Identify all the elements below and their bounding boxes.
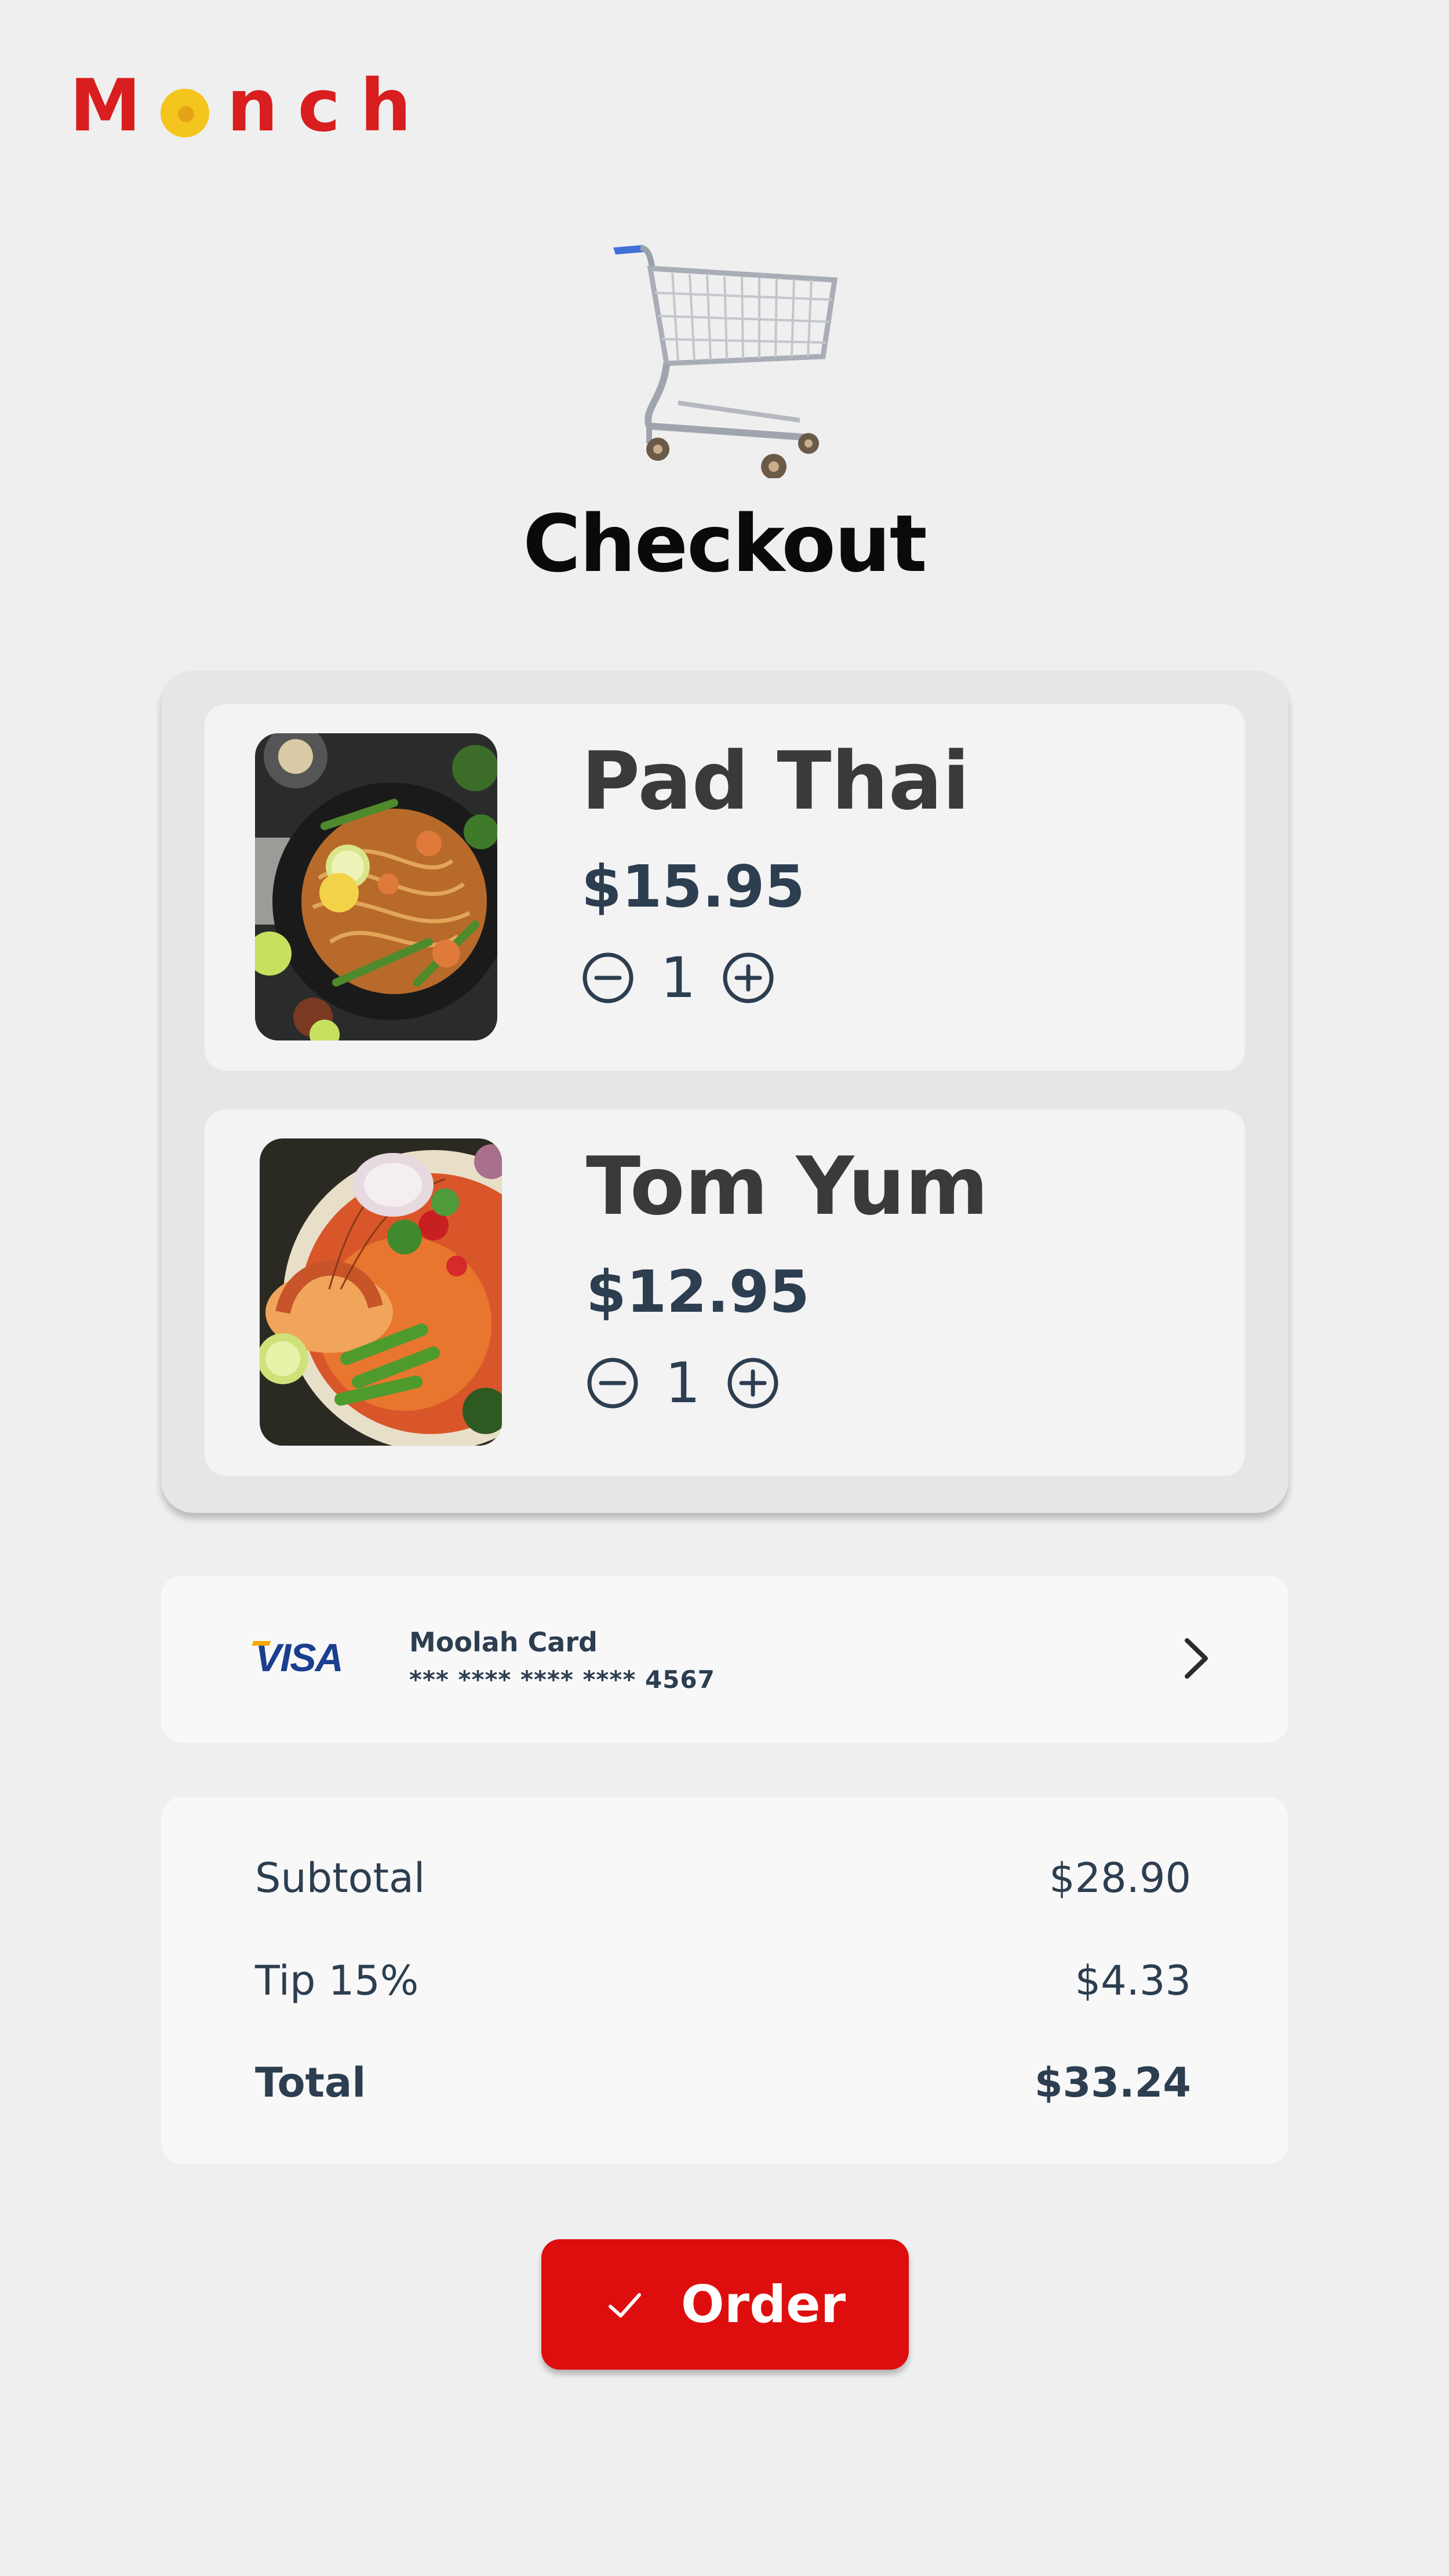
increase-quantity-button[interactable]: [722, 951, 775, 1005]
card-number: *** **** **** **** 4567: [409, 1665, 715, 1694]
cart-item: Tom Yum $12.95 1: [205, 1109, 1245, 1476]
logo-o-mark: [161, 89, 210, 137]
quantity-stepper: 1: [586, 1355, 988, 1411]
subtotal-label: Subtotal: [255, 1854, 425, 1902]
tip-value: $4.33: [1075, 1957, 1191, 2004]
subtotal-value: $28.90: [1049, 1854, 1191, 1902]
tip-label: Tip 15%: [255, 1957, 419, 2004]
minus-circle-icon: [587, 1358, 638, 1409]
checkout-screen: Mnch Checkout Pad Thai $15.95 1 Tom Yum …: [0, 0, 1449, 2576]
total-value: $33.24: [1034, 2059, 1191, 2106]
shopping-cart-icon: [613, 245, 838, 478]
quantity-stepper: 1: [581, 950, 970, 1006]
monch-logo[interactable]: Mnch: [70, 64, 431, 148]
payment-method-card[interactable]: VISA Moolah Card *** **** **** **** 4567: [161, 1576, 1288, 1742]
decrease-quantity-button[interactable]: [581, 951, 635, 1005]
quantity-value: 1: [660, 945, 696, 1010]
plus-circle-icon: [723, 952, 774, 1003]
item-name: Tom Yum: [586, 1140, 989, 1233]
subtotal-row: Subtotal $28.90: [255, 1852, 1191, 1904]
tom-yum-photo: [260, 1138, 502, 1446]
order-button[interactable]: Order: [541, 2239, 909, 2370]
total-label: Total: [255, 2059, 366, 2106]
chevron-right-icon[interactable]: [1170, 1632, 1222, 1684]
page-title: Checkout: [523, 499, 927, 590]
item-price: $15.95: [581, 853, 805, 920]
increase-quantity-button[interactable]: [726, 1356, 780, 1410]
minus-circle-icon: [582, 952, 634, 1003]
plus-circle-icon: [727, 1358, 778, 1409]
item-name: Pad Thai: [581, 734, 970, 828]
item-info: Tom Yum $12.95 1: [586, 1143, 988, 1411]
quantity-value: 1: [665, 1351, 701, 1416]
visa-logo: VISA: [249, 1635, 344, 1680]
total-row: Total $33.24: [255, 2057, 1191, 2109]
order-summary: Subtotal $28.90 Tip 15% $4.33 Total $33.…: [161, 1797, 1288, 2164]
item-price: $12.95: [586, 1258, 810, 1326]
card-name: Moolah Card: [409, 1627, 598, 1658]
pad-thai-photo: [255, 733, 497, 1040]
order-button-label: Order: [680, 2275, 846, 2334]
tip-row: Tip 15% $4.33: [255, 1955, 1191, 2007]
item-info: Pad Thai $15.95 1: [581, 738, 970, 1006]
check-icon: [608, 2293, 641, 2317]
cart-items-panel: Pad Thai $15.95 1 Tom Yum $12.95 1: [161, 671, 1288, 1513]
cart-item: Pad Thai $15.95 1: [205, 704, 1245, 1071]
decrease-quantity-button[interactable]: [586, 1356, 639, 1410]
